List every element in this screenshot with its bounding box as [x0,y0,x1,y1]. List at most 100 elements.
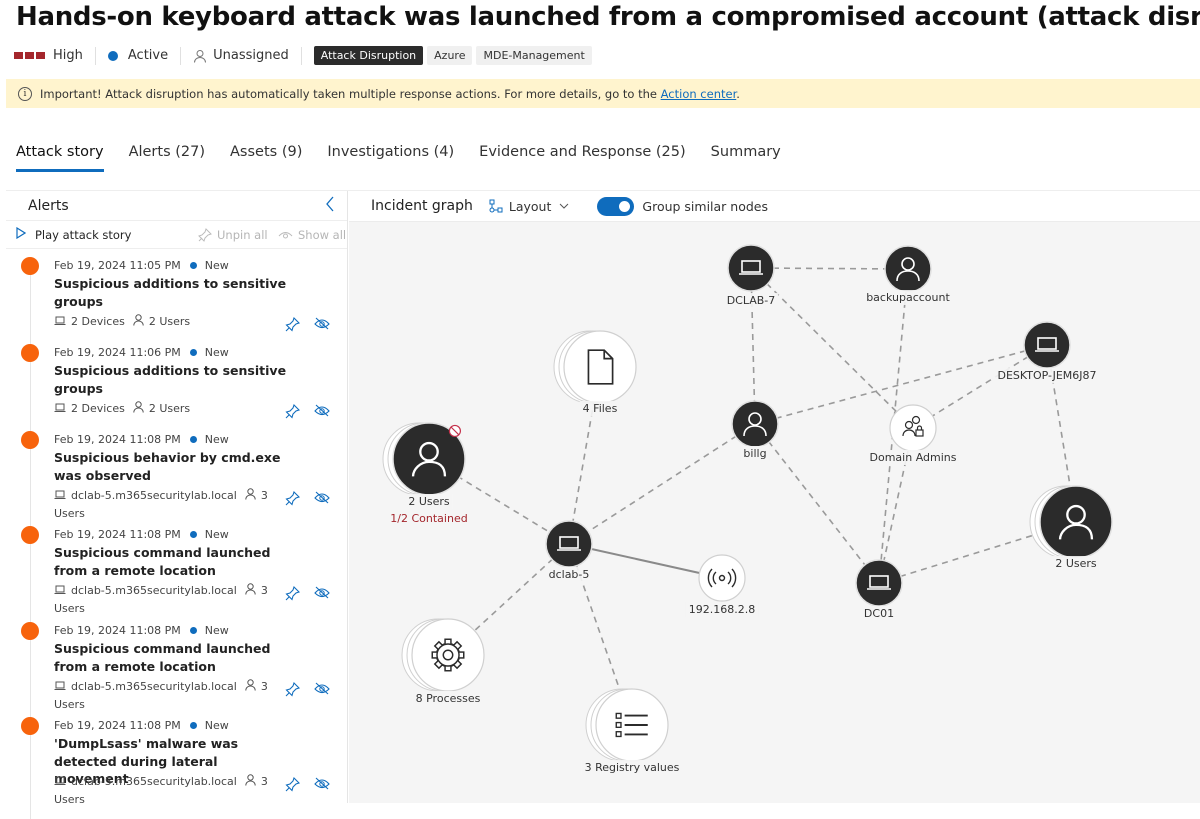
layout-dropdown[interactable]: Layout [489,199,576,214]
graph-node-backup[interactable] [884,245,932,293]
alert-name[interactable]: Suspicious additions to sensitive groups [54,275,294,310]
alert-name[interactable]: Suspicious behavior by cmd.exe was obser… [54,449,294,484]
alert-meta: Feb 19, 2024 11:08 PM New [54,624,229,637]
graph-node-users2a[interactable] [382,422,466,496]
node-label: 4 Files [583,402,618,415]
graph-canvas[interactable]: DCLAB-7 backupaccount DESKTOP-JEM6J87 4 Fil… [349,191,1200,803]
alert-name[interactable]: Suspicious command launched from a remot… [54,544,294,579]
alert-item[interactable]: Feb 19, 2024 11:08 PM New 'DumpLsass' malw… [6,715,346,807]
alert-date: Feb 19, 2024 11:08 PM [54,528,181,541]
tab-investigations[interactable]: Investigations (4) [327,144,454,172]
alert-actions [285,586,330,601]
graph-node-domadm[interactable] [889,404,937,452]
node-circle[interactable] [731,400,779,448]
alert-status: New [204,259,229,272]
play-attack-story-button[interactable]: Play attack story [35,228,131,242]
node-circle[interactable] [1023,321,1071,369]
alert-item[interactable]: Feb 19, 2024 11:05 PM New Suspicious addit… [6,255,346,347]
pin-icon[interactable] [285,317,300,332]
alert-severity-bullet [21,344,39,362]
alert-item[interactable]: Feb 19, 2024 11:08 PM New Suspicious comma… [6,524,346,616]
incident-graph: DCLAB-7 backupaccount DESKTOP-JEM6J87 4 Fil… [349,191,1200,803]
hide-eye-icon[interactable] [314,586,330,601]
graph-node-reg[interactable] [585,688,669,762]
node-circle[interactable] [727,244,775,292]
device-icon [54,679,66,696]
tab-summary[interactable]: Summary [711,144,781,172]
status-dot-icon [189,349,197,356]
status-dot-icon [189,436,197,443]
alert-devices: 2 Devices [71,402,125,415]
hide-eye-icon[interactable] [314,404,330,419]
status-label[interactable]: Active [128,48,168,63]
graph-node-dc01[interactable] [855,559,903,607]
node-circle[interactable] [1039,485,1113,559]
pin-icon[interactable] [285,491,300,506]
node-label: DCLAB-7 [727,294,776,307]
unpin-all-button[interactable]: Unpin all [198,228,268,242]
graph-node-users2b[interactable] [1029,485,1113,559]
alert-name[interactable]: Suspicious additions to sensitive groups [54,362,294,397]
graph-node-ip[interactable] [698,554,746,602]
node-contained-label: 1/2 Contained [390,512,467,525]
graph-node-files[interactable] [553,330,637,404]
graph-edge-billg-dclab5 [568,423,756,545]
alert-severity-bullet [21,717,39,735]
group-similar-nodes-toggle[interactable] [597,196,635,216]
alert-status: New [204,346,229,359]
alert-name[interactable]: Suspicious command launched from a remot… [54,640,294,675]
node-circle[interactable] [884,245,932,293]
pin-icon[interactable] [285,777,300,792]
alert-item[interactable]: Feb 19, 2024 11:08 PM New Suspicious comma… [6,620,346,712]
alert-item[interactable]: Feb 19, 2024 11:06 PM New Suspicious addit… [6,342,346,434]
alert-severity-bullet [21,257,39,275]
play-icon[interactable] [16,226,27,242]
pin-icon[interactable] [285,404,300,419]
status-dot-icon [189,262,197,269]
alert-date: Feb 19, 2024 11:06 PM [54,346,181,359]
tab-attack-story[interactable]: Attack story [16,144,104,172]
alert-meta: Feb 19, 2024 11:05 PM New [54,259,229,272]
hide-eye-icon[interactable] [314,682,330,697]
assignee-label[interactable]: Unassigned [213,48,289,63]
tab-alerts[interactable]: Alerts (27) [129,144,205,172]
hide-eye-icon[interactable] [314,491,330,506]
graph-node-dclab5[interactable] [545,520,593,568]
alert-users: 2 Users [148,315,191,328]
tag-azure[interactable]: Azure [427,46,473,65]
tag-mde-management[interactable]: MDE-Management [476,46,592,65]
pin-icon[interactable] [285,682,300,697]
alert-entities: 2 Devices 2 Users [54,313,274,331]
action-center-link[interactable]: Action center [661,87,737,101]
alert-status: New [204,624,229,637]
severity-label: High [53,48,83,63]
tab-assets[interactable]: Assets (9) [230,144,302,172]
alert-meta: Feb 19, 2024 11:08 PM New [54,719,229,732]
show-all-button[interactable]: Show all [278,228,346,242]
node-circle[interactable] [545,520,593,568]
node-circle[interactable] [698,554,746,602]
alert-item[interactable]: Feb 19, 2024 11:08 PM New Suspicious behav… [6,429,346,521]
group-similar-nodes-label: Group similar nodes [642,198,769,214]
tab-evidence-response[interactable]: Evidence and Response (25) [479,144,686,172]
graph-node-procs[interactable] [401,618,485,692]
graph-node-desktop[interactable] [1023,321,1071,369]
node-circle[interactable] [855,559,903,607]
unpin-icon [198,227,212,242]
alert-devices: dclab-5.m365securitylab.local [71,680,237,693]
node-circle[interactable] [563,330,637,404]
graph-node-dclab7[interactable] [727,244,775,292]
chevron-left-icon[interactable] [325,196,335,216]
tag-attack-disruption[interactable]: Attack Disruption [313,46,424,65]
node-circle[interactable] [889,404,937,452]
incident-tabs: Attack story Alerts (27) Assets (9) Inve… [16,144,806,172]
hide-eye-icon[interactable] [314,777,330,792]
pin-icon[interactable] [285,586,300,601]
graph-node-billg[interactable] [731,400,779,448]
hide-eye-icon[interactable] [314,317,330,332]
alert-meta: Feb 19, 2024 11:08 PM New [54,528,229,541]
device-icon [54,583,66,600]
node-label: Domain Admins [870,451,957,464]
divider [300,46,302,65]
process-icon [431,638,465,672]
